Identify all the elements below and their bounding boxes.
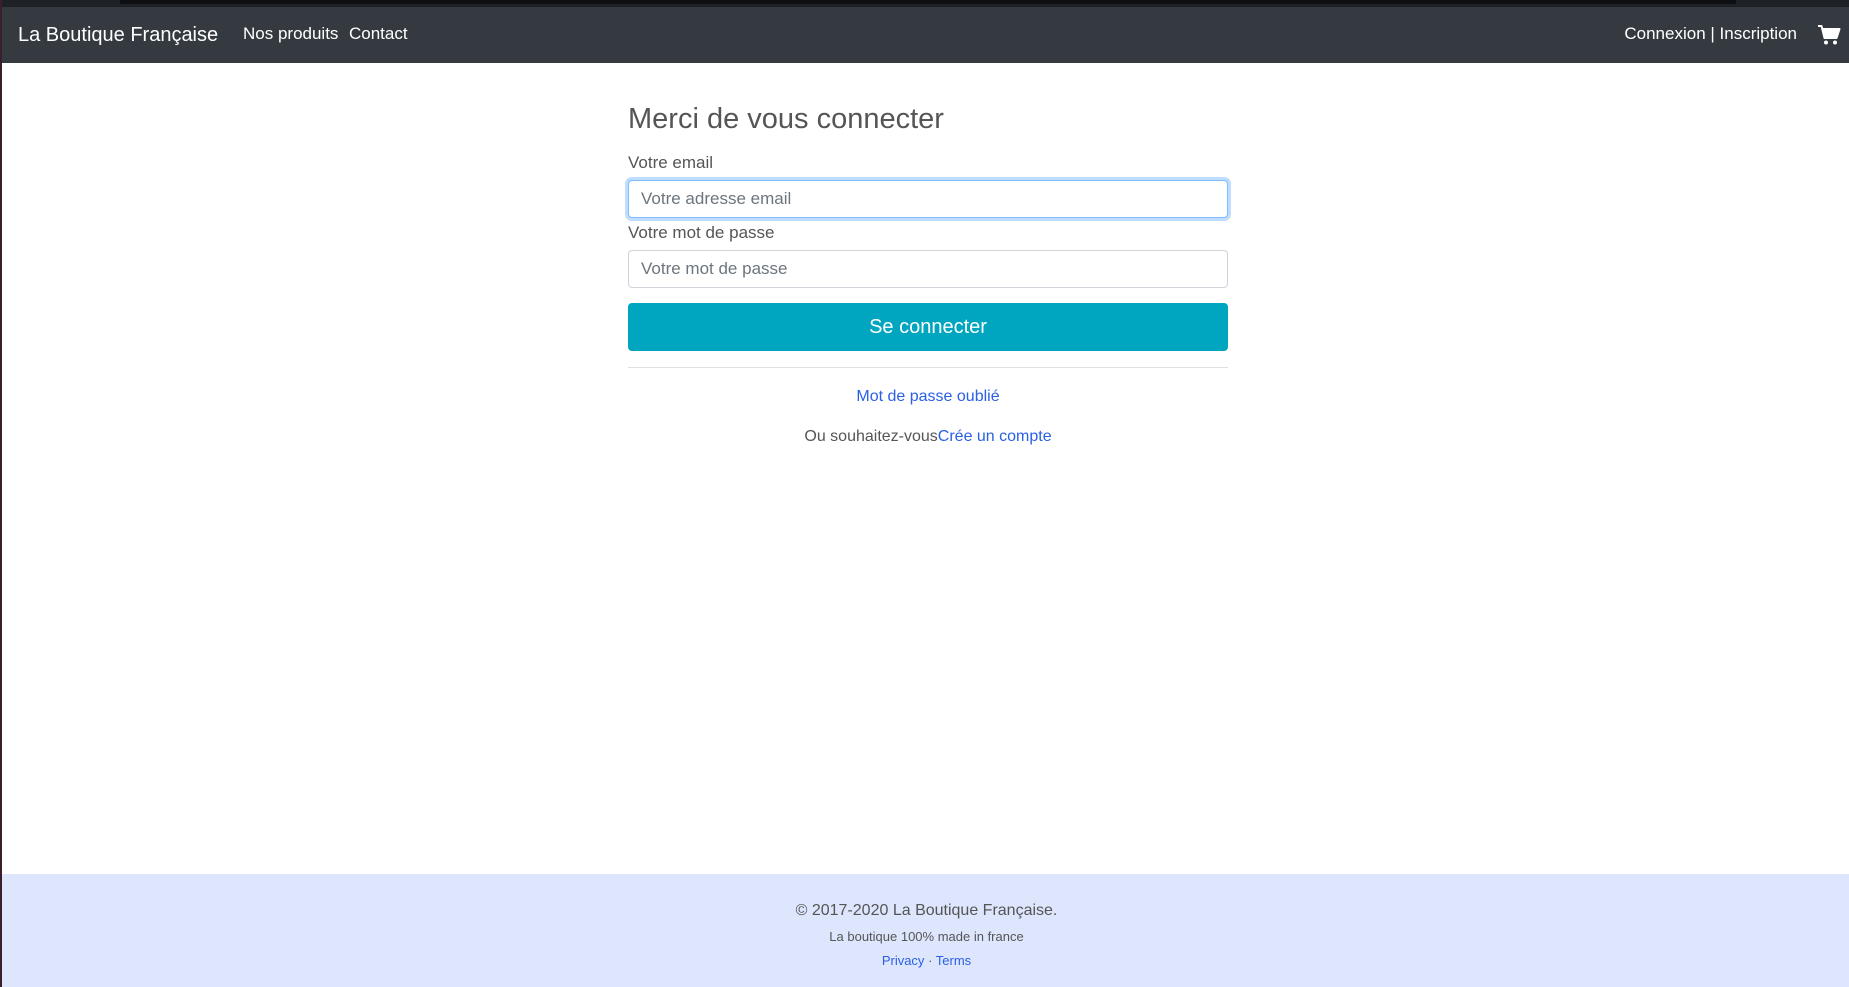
login-button[interactable]: Se connecter: [628, 303, 1228, 351]
forgot-password-link[interactable]: Mot de passe oublié: [856, 388, 999, 405]
browser-top-strip: [2, 0, 1849, 7]
email-field[interactable]: [628, 180, 1228, 218]
page-title: Merci de vous connecter: [628, 103, 944, 135]
footer-links: Privacy · Terms: [2, 953, 1849, 969]
nav-link-products[interactable]: Nos produits: [243, 24, 338, 44]
privacy-link[interactable]: Privacy: [882, 953, 925, 968]
terms-link[interactable]: Terms: [936, 953, 971, 968]
signup-row: Ou souhaitez-vousCrée un compte: [628, 427, 1228, 447]
password-label: Votre mot de passe: [628, 223, 775, 242]
footer-copyright: © 2017-2020 La Boutique Française.: [795, 902, 1058, 919]
email-label: Votre email: [628, 153, 714, 172]
footer-separator: ·: [928, 953, 933, 968]
brand-link[interactable]: La Boutique Française: [18, 23, 218, 47]
form-divider: [628, 367, 1228, 368]
login-form: Merci de vous connecter Votre email Votr…: [628, 100, 1228, 447]
page: La Boutique Française Nos produits Conta…: [0, 0, 1849, 987]
create-account-link[interactable]: Crée un compte: [938, 428, 1052, 445]
nav-link-contact[interactable]: Contact: [349, 24, 408, 44]
navbar: La Boutique Française Nos produits Conta…: [2, 7, 1849, 63]
footer-tagline: La boutique 100% made in france: [829, 929, 1024, 944]
signup-prefix-text: Ou souhaitez-vous: [804, 428, 938, 445]
nav-login-signup-link[interactable]: Connexion | Inscription: [1624, 24, 1797, 44]
shopping-cart-icon[interactable]: [1817, 24, 1841, 46]
footer: © 2017-2020 La Boutique Française. La bo…: [2, 874, 1849, 987]
top-strip-inner: [120, 0, 1736, 4]
password-field[interactable]: [628, 250, 1228, 288]
forgot-password-row: Mot de passe oublié: [628, 387, 1228, 407]
